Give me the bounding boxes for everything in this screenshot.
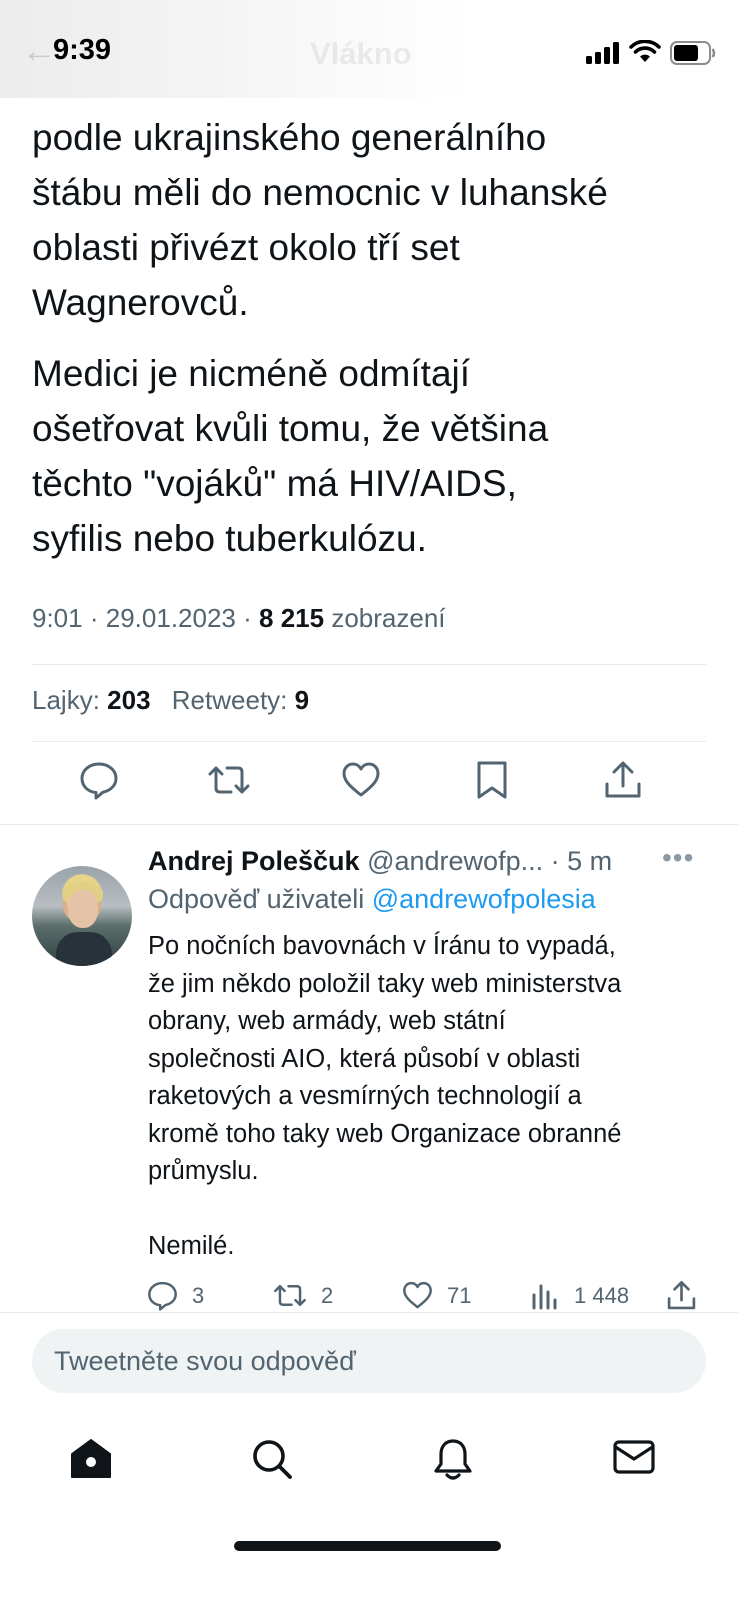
mention-link[interactable]: @andrewofpolesia (372, 884, 596, 914)
wifi-icon (629, 40, 661, 62)
reply-count: 3 (192, 1282, 205, 1308)
retweet-count: 2 (321, 1282, 334, 1308)
home-indicator[interactable] (234, 1541, 501, 1551)
tweet-paragraph: podle ukrajinského generálního štábu měl… (32, 117, 608, 323)
battery-icon (670, 41, 716, 65)
cellular-signal-icon (586, 42, 619, 64)
reply-time: · 5 m (550, 846, 613, 876)
status-time: 9:39 (53, 34, 112, 66)
back-arrow-icon[interactable]: ← (22, 32, 56, 71)
like-heart-icon[interactable] (341, 760, 381, 800)
likes-label: Lajky: (32, 685, 100, 715)
reply-text: Po nočních bavovnách v Íránu to vypadá, … (148, 932, 622, 1260)
reply-icon (148, 1281, 177, 1311)
retweets-count: 9 (294, 685, 310, 715)
tweet-stats: Lajky: 203 Retweety: 9 (32, 685, 309, 716)
likes-count: 203 (107, 685, 151, 715)
retweet-icon (274, 1284, 306, 1307)
reply-like-button[interactable]: 71 (402, 1280, 471, 1311)
status-bar: ← Vlákno 9:39 (0, 0, 738, 98)
views-chart-icon (532, 1284, 557, 1310)
tweet-paragraph: Medici je nicméně odmítají ošetřovat kvů… (32, 353, 549, 559)
replying-to-label: Odpověď uživateli (148, 884, 365, 914)
retweets-stat[interactable]: Retweety: 9 (172, 685, 309, 715)
divider (32, 664, 706, 665)
reply-retweet-button[interactable]: 2 (273, 1280, 333, 1311)
likes-stat[interactable]: Lajky: 203 (32, 685, 151, 715)
reply-reply-button[interactable]: 3 (147, 1280, 204, 1311)
view-count: 1 448 (574, 1282, 630, 1308)
header-title: Vlákno (310, 36, 412, 71)
divider (0, 824, 738, 825)
reply-share-button[interactable] (666, 1280, 697, 1311)
views-count: 8 215 (259, 603, 325, 633)
retweet-icon[interactable] (207, 760, 251, 800)
replying-to: Odpověď uživateli @andrewofpolesia (148, 884, 596, 915)
reply-header: Andrej Poleščuk @andrewofp... · 5 m (148, 846, 612, 877)
share-icon (667, 1281, 696, 1310)
tweet-text: podle ukrajinského generálního štábu měl… (32, 110, 712, 582)
meta-separator: · (243, 603, 252, 633)
tweet-meta: 9:01 · 29.01.2023 · 8 215 zobrazení (32, 603, 446, 634)
like-count: 71 (447, 1282, 472, 1308)
like-heart-icon (403, 1281, 432, 1309)
bell-icon[interactable] (433, 1437, 473, 1481)
home-icon[interactable] (69, 1437, 113, 1479)
reply-icon[interactable] (79, 760, 119, 800)
views-label: zobrazení (331, 603, 446, 633)
share-icon[interactable] (603, 760, 643, 800)
more-options-icon[interactable]: ••• (662, 842, 694, 874)
divider (32, 741, 706, 742)
reply-views-button[interactable]: 1 448 (530, 1280, 629, 1311)
reply-compose-input[interactable] (32, 1329, 706, 1393)
avatar[interactable] (32, 866, 132, 966)
author-name[interactable]: Andrej Poleščuk (148, 846, 360, 876)
tweet-date[interactable]: 29.01.2023 (106, 603, 236, 633)
retweets-label: Retweety: (171, 685, 288, 715)
tweet-time[interactable]: 9:01 (32, 603, 83, 633)
search-icon[interactable] (250, 1437, 294, 1481)
mail-icon[interactable] (612, 1437, 656, 1477)
bookmark-icon[interactable] (474, 760, 510, 800)
author-handle[interactable]: @andrewofp... (367, 846, 543, 876)
tweet-actions (0, 760, 738, 810)
meta-separator: · (89, 603, 99, 633)
